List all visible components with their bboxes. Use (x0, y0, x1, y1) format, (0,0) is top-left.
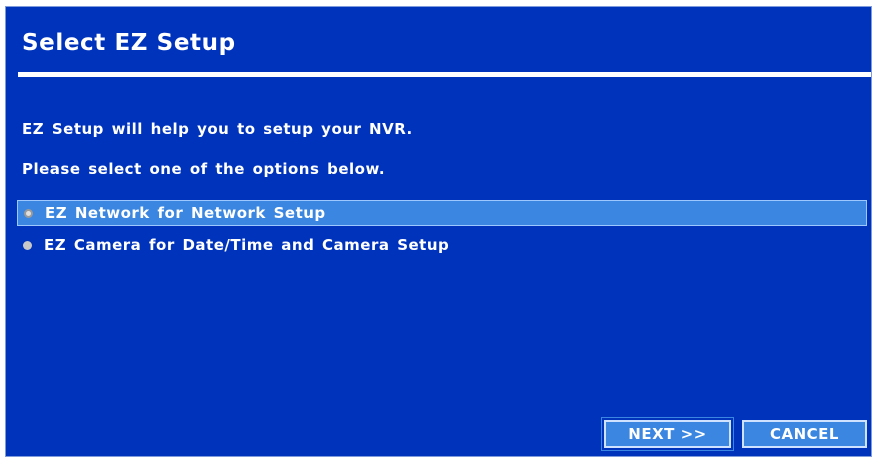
title-divider (18, 72, 871, 77)
cancel-button[interactable]: CANCEL (742, 420, 867, 448)
dialog-title: Select EZ Setup (22, 30, 236, 56)
option-ez-camera-label: EZ Camera for Date/Time and Camera Setup (44, 236, 450, 254)
intro-message: EZ Setup will help you to setup your NVR… (22, 120, 413, 138)
next-button[interactable]: NEXT >> (601, 417, 734, 451)
radio-unselected-icon[interactable] (23, 240, 32, 250)
option-ez-network-label: EZ Network for Network Setup (45, 204, 326, 222)
radio-selected-icon[interactable] (24, 208, 33, 218)
ez-setup-dialog: Select EZ Setup EZ Setup will help you t… (5, 6, 872, 457)
option-ez-camera[interactable]: EZ Camera for Date/Time and Camera Setup (17, 232, 867, 258)
option-ez-network[interactable]: EZ Network for Network Setup (17, 200, 867, 226)
instruction-message: Please select one of the options below. (22, 160, 386, 178)
